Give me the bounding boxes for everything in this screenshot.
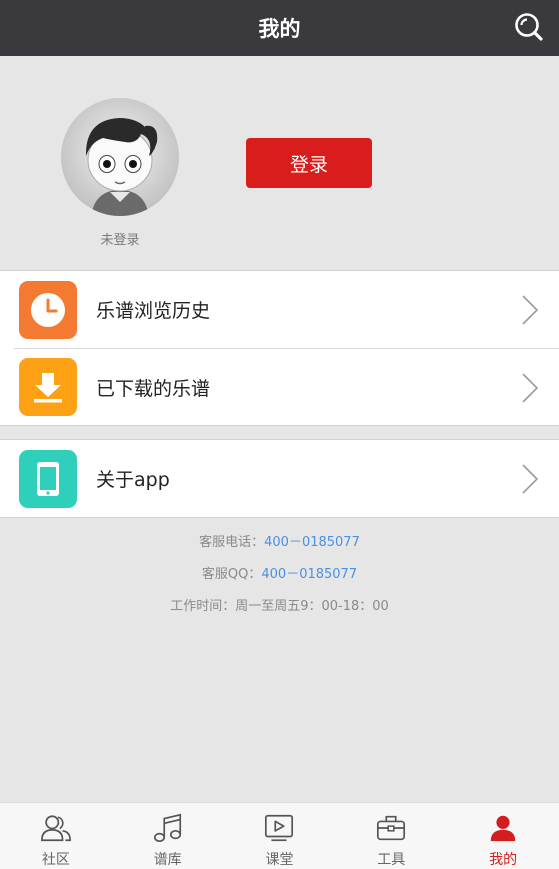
- music-note-icon: [153, 813, 181, 843]
- chevron-right-icon: [522, 464, 539, 494]
- top-bar: 我的: [0, 0, 559, 56]
- menu-item-downloads[interactable]: 已下载的乐谱: [14, 348, 559, 425]
- tab-label: 社区: [41, 852, 70, 868]
- cartoon-avatar-icon: [61, 98, 179, 216]
- avatar[interactable]: [61, 98, 179, 216]
- tab-label: 我的: [489, 852, 518, 868]
- working-hours: 工作时间：周一至周五9：00-18：00: [170, 599, 389, 614]
- menu-item-about[interactable]: 关于app: [0, 440, 559, 517]
- download-icon: [19, 358, 77, 416]
- toolbox-icon: [377, 815, 406, 841]
- search-icon[interactable]: [513, 11, 545, 43]
- tab-label: 工具: [377, 852, 406, 868]
- qq-label: 客服QQ：: [201, 567, 262, 582]
- tab-score-library[interactable]: 谱库: [112, 803, 224, 869]
- tab-mine[interactable]: 我的: [447, 803, 559, 869]
- phone-number-link[interactable]: 400－0185077: [264, 535, 360, 550]
- profile-section: 未登录 登录: [0, 56, 559, 270]
- tab-classroom[interactable]: 课堂: [224, 803, 336, 869]
- chevron-right-icon: [522, 373, 539, 403]
- qq-number-link[interactable]: 400－0185077: [261, 567, 357, 582]
- page-title: 我的: [258, 17, 301, 41]
- customer-service-phone: 客服电话：400－0185077: [0, 531, 559, 550]
- menu-group-scores: 乐谱浏览历史 已下载的乐谱: [0, 270, 559, 426]
- video-play-icon: [265, 814, 294, 842]
- clock-icon: [19, 280, 77, 339]
- tab-community[interactable]: 社区: [0, 803, 112, 869]
- menu-item-label: 乐谱浏览历史: [96, 300, 211, 322]
- customer-service-qq: 客服QQ：400－0185077: [0, 563, 559, 582]
- phone-icon: [19, 449, 77, 508]
- menu-group-about: 关于app: [0, 439, 559, 518]
- login-status-label: 未登录: [100, 233, 140, 248]
- tab-label: 课堂: [265, 852, 294, 868]
- community-icon: [40, 815, 71, 842]
- person-icon: [490, 815, 516, 842]
- login-button[interactable]: 登录: [246, 138, 372, 188]
- menu-item-label: 关于app: [96, 469, 170, 491]
- menu-item-label: 已下载的乐谱: [96, 377, 211, 400]
- phone-label: 客服电话：: [199, 535, 265, 550]
- tab-label: 谱库: [153, 852, 182, 868]
- tab-tools[interactable]: 工具: [335, 803, 447, 869]
- bottom-tab-bar: 社区 谱库 课堂 工具 我的: [0, 802, 559, 869]
- chevron-right-icon: [522, 295, 539, 325]
- menu-item-history[interactable]: 乐谱浏览历史: [0, 271, 559, 348]
